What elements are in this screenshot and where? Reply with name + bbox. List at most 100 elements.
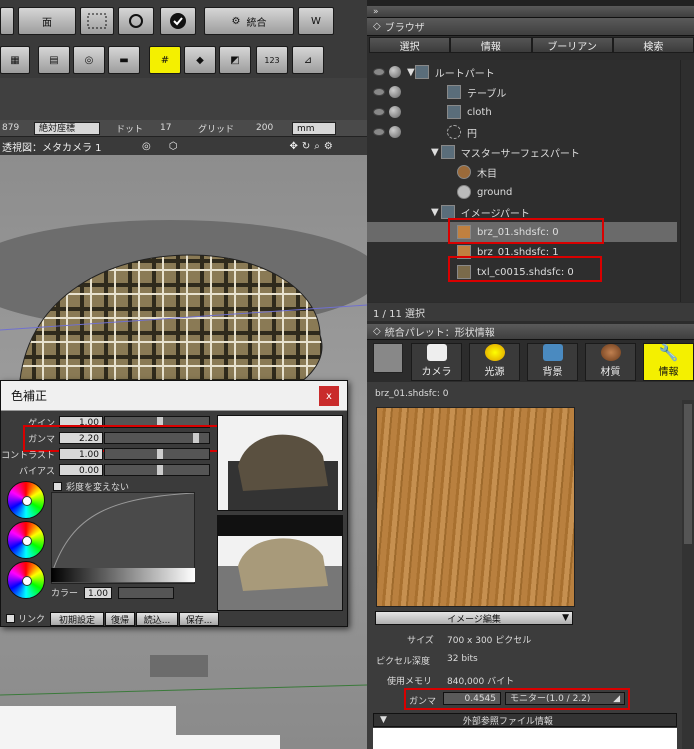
tab-select[interactable]: 選択 [369, 37, 451, 53]
sphere-icon[interactable] [389, 66, 401, 78]
tree-row-brz-0[interactable]: brz_01.shdsfc: 0 [367, 222, 677, 242]
sphere-icon[interactable] [389, 106, 401, 118]
numeric-button[interactable]: 123 [256, 46, 288, 74]
tab-camera[interactable]: カメラ [411, 343, 462, 381]
target-icon[interactable]: ◎ [142, 141, 151, 152]
eye-icon[interactable] [373, 68, 385, 76]
contrast-field[interactable]: 1.00 [59, 448, 103, 460]
reset-button[interactable]: 初期設定 [50, 612, 104, 626]
expand-icon[interactable]: ▼ [407, 67, 415, 78]
grid-value[interactable]: 200 [256, 123, 288, 133]
tab-select-label: 選択 [399, 41, 420, 53]
object-view-button[interactable] [373, 343, 403, 373]
check-button[interactable] [160, 7, 196, 35]
tree-row-wood[interactable]: 木目 [367, 162, 677, 182]
car-button[interactable]: ▬ [108, 46, 140, 74]
keep-saturation-checkbox[interactable] [53, 482, 62, 491]
tree-row-txl[interactable]: txl_c0015.shdsfc: 0 [367, 262, 677, 282]
tab-info[interactable]: 情報 [450, 37, 532, 53]
expand-icon[interactable]: ▼ [431, 207, 439, 218]
close-button[interactable]: x [319, 386, 339, 406]
gamma-field[interactable]: 2.20 [59, 432, 103, 444]
bias-slider-knob[interactable] [157, 465, 163, 475]
wrench-button[interactable]: W [298, 7, 334, 35]
cube-view-icon[interactable]: ⬡ [169, 141, 178, 152]
tree-row-brz-1[interactable]: brz_01.shdsfc: 1 [367, 242, 677, 262]
tab-search[interactable]: 検索 [612, 37, 694, 53]
table-button[interactable]: ▤ [38, 46, 70, 74]
coord-value: 879 [2, 123, 20, 133]
tree-row-table[interactable]: テーブル [367, 82, 677, 102]
bias-slider[interactable] [104, 464, 210, 476]
diamond-icon: ◇ [373, 21, 381, 32]
tab-info-palette[interactable]: 🔧 情報 [643, 343, 694, 381]
dot-value[interactable]: 17 [160, 123, 194, 133]
color-wheel-green[interactable] [7, 521, 45, 559]
external-file-section[interactable]: ▼ 外部参照ファイル情報 [373, 713, 677, 727]
color-slider[interactable] [118, 586, 175, 599]
tree-row-cloth[interactable]: cloth [367, 102, 677, 122]
contrast-slider-knob[interactable] [157, 449, 163, 459]
surface-button[interactable]: 面 [18, 7, 76, 35]
contrast-slider[interactable] [104, 448, 210, 460]
scrollbar-thumb[interactable] [684, 404, 692, 544]
rotate-icon [129, 14, 143, 28]
link-option[interactable]: リンク [6, 612, 45, 625]
save-button[interactable]: 保存... [179, 612, 219, 626]
tree-row-image-part[interactable]: ▼ イメージパート [367, 202, 677, 222]
gain-slider-knob[interactable] [157, 417, 163, 427]
tree-row-ground[interactable]: ground [367, 182, 677, 202]
load-button[interactable]: 読込... [136, 612, 178, 626]
gamma-value-field[interactable]: 0.4545 [443, 692, 501, 705]
zoom-icon[interactable]: ⌕ [314, 141, 320, 152]
coord-mode-dropdown[interactable]: 絶対座標 [34, 121, 100, 135]
tab-light[interactable]: 光源 [469, 343, 520, 381]
snap-grid-button[interactable]: # [149, 46, 181, 74]
tree-row-master-surface[interactable]: ▼ マスターサーフェスパート [367, 142, 677, 162]
gear-icon[interactable]: ⚙ [324, 141, 333, 152]
bias-field[interactable]: 0.00 [59, 464, 103, 476]
tree-row-circle[interactable]: 円 [367, 122, 677, 142]
move-icon[interactable]: ✥ [289, 141, 297, 152]
gamma-slider-knob[interactable] [193, 433, 200, 443]
tab-material[interactable]: 材質 [585, 343, 636, 381]
memory-value: 840,000 バイト [447, 677, 515, 687]
revert-button[interactable]: 復帰 [105, 612, 135, 626]
color-wheel-red[interactable] [7, 481, 45, 519]
toolbar-button-1[interactable] [0, 7, 14, 35]
measure-button[interactable]: ⊿ [292, 46, 324, 74]
color-value-field[interactable]: 1.00 [84, 586, 113, 599]
gain-slider[interactable] [104, 416, 210, 428]
info-scrollbar[interactable] [682, 400, 694, 749]
tree-row-root[interactable]: ▼ ルートパート [367, 62, 677, 82]
gain-field[interactable]: 1.00 [59, 416, 103, 428]
grid-view-button[interactable]: ▦ [0, 46, 30, 74]
preview-after [217, 515, 343, 611]
frame-button[interactable] [80, 7, 114, 35]
rotate-view-icon[interactable]: ↻ [302, 141, 310, 152]
image-edit-dropdown[interactable]: イメージ編集 ▼ [375, 611, 573, 625]
eye-icon[interactable] [373, 128, 385, 136]
eye-icon[interactable] [373, 88, 385, 96]
rotate-button[interactable] [118, 7, 154, 35]
cube-button[interactable]: ◆ [184, 46, 216, 74]
sphere-icon[interactable] [389, 86, 401, 98]
browser-header[interactable]: ◇ ブラウザ [367, 18, 694, 36]
sphere-icon[interactable] [389, 126, 401, 138]
tab-background[interactable]: 背景 [527, 343, 578, 381]
tab-boolean[interactable]: ブーリアン [531, 37, 613, 53]
ruler-button[interactable]: ◩ [219, 46, 251, 74]
tree-scrollbar[interactable] [680, 60, 694, 302]
integrate-button[interactable]: ⚙ 統合 [204, 7, 294, 35]
collapse-bar[interactable]: » [367, 6, 694, 18]
gamma-slider[interactable] [104, 432, 210, 444]
link-checkbox[interactable] [6, 614, 15, 623]
color-wheel-blue[interactable] [7, 561, 45, 599]
palette-header[interactable]: ◇ 統合パレット：形状情報 [367, 324, 694, 340]
cylinder-button[interactable]: ◎ [73, 46, 105, 74]
expand-icon[interactable]: ▼ [431, 147, 439, 158]
eye-icon[interactable] [373, 108, 385, 116]
view-title[interactable]: 透視図：メタカメラ 1 [2, 139, 137, 154]
gamma-mode-dropdown[interactable]: モニター(1.0 / 2.2) ◢ [505, 692, 625, 705]
unit-dropdown[interactable]: mm [292, 121, 336, 135]
